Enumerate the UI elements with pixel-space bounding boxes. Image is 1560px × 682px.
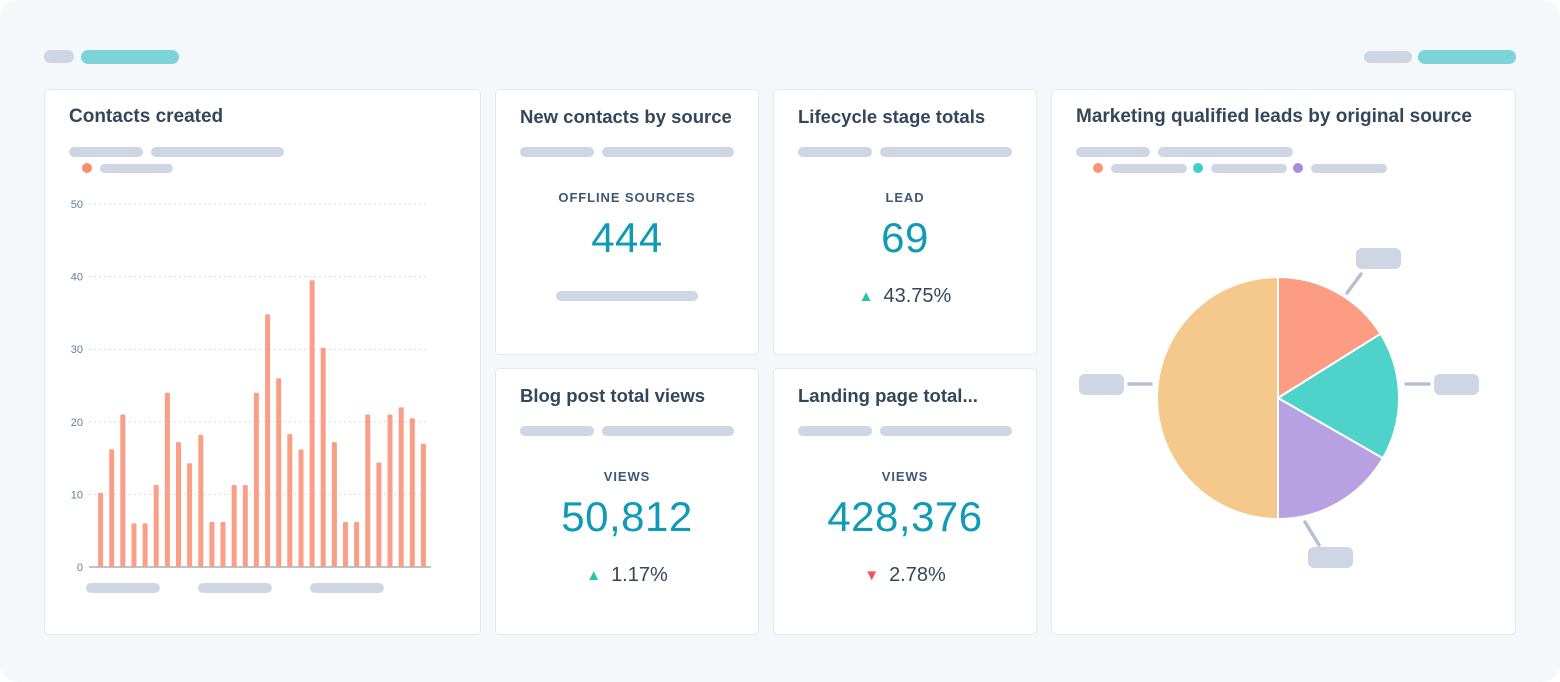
pie-callout-pill (1356, 248, 1401, 269)
bar (165, 393, 170, 567)
x-axis-label-placeholder (198, 583, 272, 593)
y-axis-tick: 30 (71, 344, 83, 356)
delta-direction-icon: ▲ (859, 289, 874, 304)
pie-slice (1157, 277, 1278, 519)
metric-delta: ▼ 2.78% (774, 564, 1036, 587)
new-contacts-by-source-card: New contacts by source OFFLINE SOURCES 4… (495, 89, 759, 355)
metric-value: 69 (774, 214, 1036, 262)
metric-label: LEAD (774, 190, 1036, 205)
bar (265, 314, 270, 567)
delta-direction-icon: ▼ (864, 568, 879, 583)
bar (176, 442, 181, 567)
bar (198, 435, 203, 567)
bar (354, 522, 359, 567)
subtitle-placeholder (602, 426, 734, 436)
card-title: New contacts by source (520, 104, 732, 130)
lifecycle-stage-totals-card: Lifecycle stage totals LEAD 69 ▲ 43.75% (773, 89, 1037, 355)
contacts-created-card: Contacts created 50403020100 (44, 89, 481, 635)
y-axis-tick: 0 (77, 562, 83, 574)
bar (276, 378, 281, 567)
bar (376, 463, 381, 568)
subtitle-placeholder (602, 147, 734, 157)
bar (98, 493, 103, 567)
pie-callout-pill (1434, 374, 1479, 395)
metric-label: VIEWS (496, 469, 758, 484)
bar (209, 522, 214, 567)
bar (410, 418, 415, 567)
bar (154, 485, 159, 567)
subtitle-placeholder-row (798, 426, 1012, 436)
metric-value: 50,812 (496, 493, 758, 541)
bar (343, 522, 348, 567)
metric-footer-placeholder (556, 291, 698, 301)
bar (243, 485, 248, 567)
y-axis-tick: 20 (71, 417, 83, 429)
subtitle-placeholder-row (520, 426, 734, 436)
bar (143, 523, 148, 567)
y-axis-tick: 40 (71, 272, 83, 284)
bar (310, 280, 315, 567)
metric-label: VIEWS (774, 469, 1036, 484)
subtitle-placeholder (880, 426, 1012, 436)
delta-direction-icon: ▲ (586, 568, 601, 583)
bar (332, 442, 337, 567)
subtitle-placeholder (798, 426, 872, 436)
subtitle-placeholder-row (798, 147, 1012, 157)
delta-value: 43.75% (884, 285, 952, 308)
dashboard-canvas: Contacts created 50403020100 New contact… (0, 0, 1560, 682)
contacts-bar-chart: 50 40 30 20 10 0 (45, 90, 482, 636)
x-axis-label-placeholder (310, 583, 384, 593)
delta-value: 2.78% (889, 564, 946, 587)
delta-value: 1.17% (611, 564, 668, 587)
topbar-right-button[interactable] (1418, 50, 1516, 64)
y-axis-tick: 10 (71, 489, 83, 501)
bar (287, 434, 292, 567)
topbar-left-button[interactable] (81, 50, 179, 64)
metric-delta: ▲ 43.75% (774, 285, 1036, 308)
topbar-right-label-placeholder (1364, 51, 1412, 63)
bar (365, 415, 370, 568)
bar (399, 407, 404, 567)
blog-post-total-views-card: Blog post total views VIEWS 50,812 ▲ 1.1… (495, 368, 759, 635)
pie-callout-line (1347, 274, 1361, 293)
bar (421, 444, 426, 567)
topbar-left-label-placeholder (44, 50, 74, 63)
card-title: Blog post total views (520, 383, 705, 409)
bar (221, 522, 226, 567)
bar (109, 449, 114, 567)
pie-callout-pill (1308, 547, 1353, 568)
subtitle-placeholder (880, 147, 1012, 157)
subtitle-placeholder-row (520, 147, 734, 157)
x-axis-label-placeholder (86, 583, 160, 593)
metric-value: 444 (496, 214, 758, 262)
pie-callout-pill (1079, 374, 1124, 395)
card-title: Landing page total... (798, 383, 978, 409)
y-axis-tick: 50 (71, 199, 83, 211)
bar (388, 415, 393, 568)
mql-pie-chart (1052, 90, 1517, 636)
subtitle-placeholder (520, 147, 594, 157)
bar (321, 348, 326, 567)
bar (299, 449, 304, 567)
bar (232, 485, 237, 567)
pie-callout-line (1305, 522, 1319, 545)
subtitle-placeholder (520, 426, 594, 436)
bar (187, 463, 192, 567)
card-title: Lifecycle stage totals (798, 104, 985, 130)
bar (254, 393, 259, 567)
mql-by-original-source-card: Marketing qualified leads by original so… (1051, 89, 1516, 635)
metric-value: 428,376 (774, 493, 1036, 541)
bar (132, 523, 137, 567)
subtitle-placeholder (798, 147, 872, 157)
bar (120, 415, 125, 568)
metric-label: OFFLINE SOURCES (496, 190, 758, 205)
landing-page-totals-card: Landing page total... VIEWS 428,376 ▼ 2.… (773, 368, 1037, 635)
metric-delta: ▲ 1.17% (496, 564, 758, 587)
